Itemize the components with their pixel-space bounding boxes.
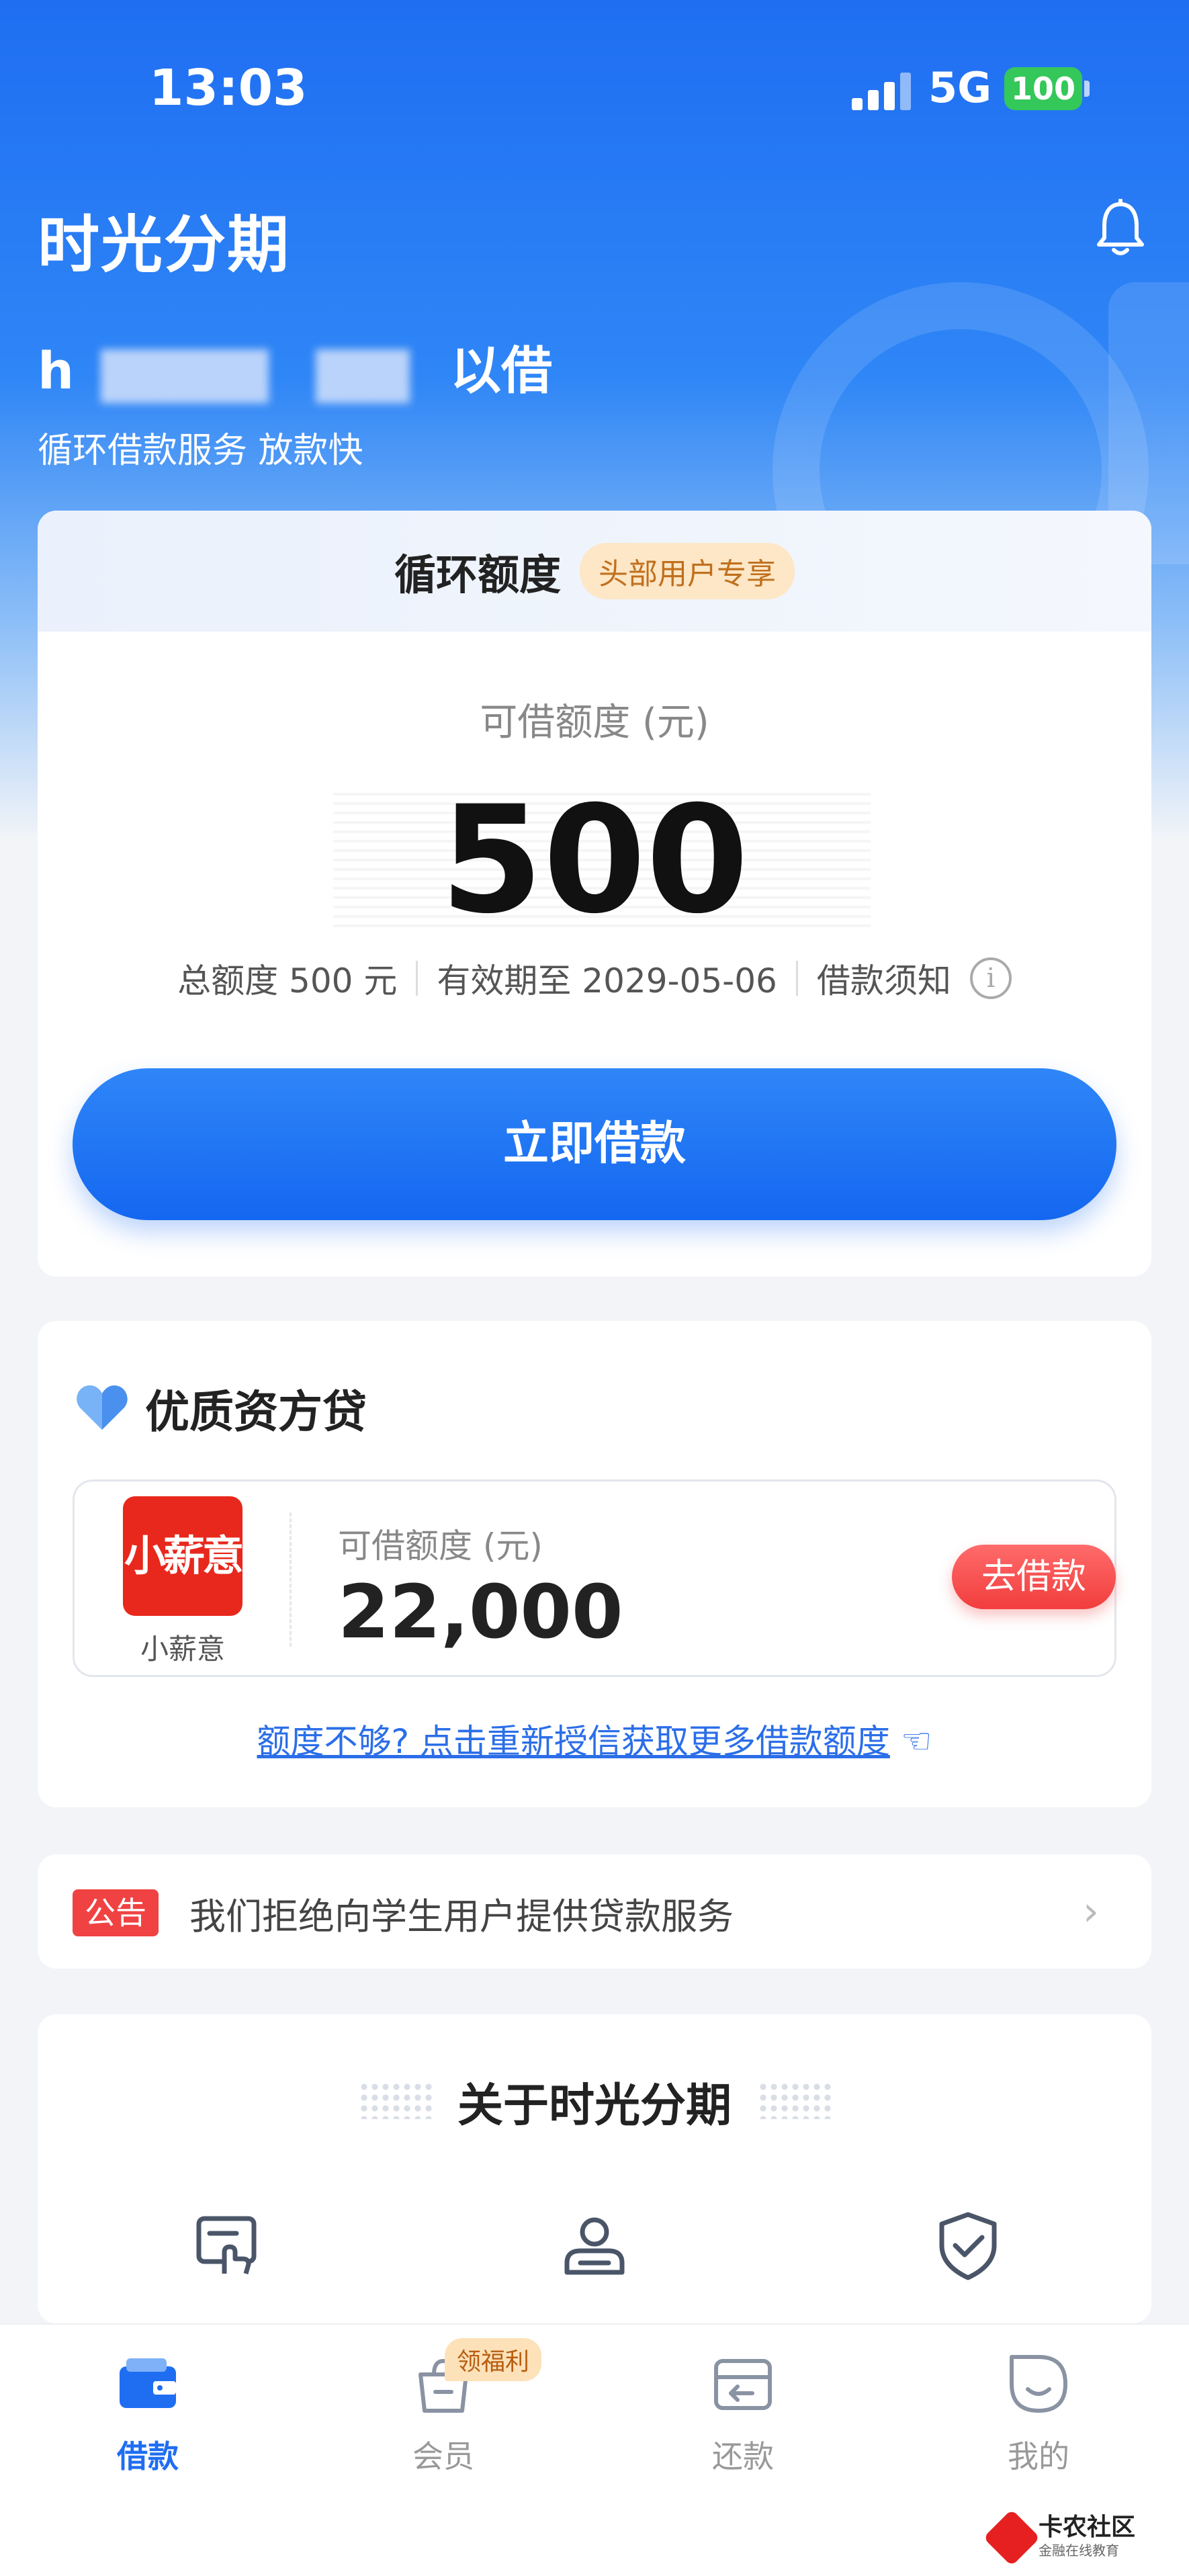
- go-borrow-button[interactable]: 去借款: [952, 1545, 1116, 1609]
- about-title: 关于时光分期: [457, 2079, 732, 2133]
- divider: [795, 961, 798, 996]
- card-icon: [714, 2359, 772, 2410]
- signal-icon: [852, 73, 912, 110]
- credit-card-header: 循环额度 头部用户专享: [38, 511, 1151, 632]
- divider: [416, 961, 419, 996]
- partner-title: 优质资方贷: [145, 1386, 367, 1438]
- wallet-icon: [120, 2358, 176, 2408]
- vip-badge: 头部用户专享: [580, 543, 795, 599]
- battery-tip: [1084, 81, 1090, 97]
- smile-icon: [1010, 2355, 1067, 2413]
- battery-icon: 100: [1004, 67, 1082, 110]
- network-type: 5G: [928, 63, 992, 112]
- tab-label: 我的: [1008, 2438, 1069, 2475]
- tab-repay[interactable]: 还款: [662, 2352, 824, 2477]
- heart-icon: [77, 1385, 128, 1430]
- hero-slogan-text: 以借: [450, 341, 553, 400]
- watermark-logo: [983, 2509, 1041, 2566]
- lender-available-label: 可借额度 (元): [338, 1527, 543, 1565]
- lender-logo: 小薪意: [123, 1496, 244, 1616]
- info-icon[interactable]: i: [969, 957, 1012, 999]
- watermark-title: 卡农社区: [1039, 2514, 1136, 2541]
- tab-mine[interactable]: 我的: [958, 2352, 1119, 2477]
- tab-label: 借款: [117, 2438, 179, 2475]
- notice-tag: 公告: [73, 1889, 159, 1936]
- chevron-right-icon: ›: [1083, 1888, 1099, 1935]
- tab-label: 会员: [412, 2438, 474, 2475]
- total-limit: 总额度 500 元: [177, 961, 398, 1000]
- notice-bar[interactable]: 公告 我们拒绝向学生用户提供贷款服务 ›: [38, 1854, 1151, 1969]
- bell-icon[interactable]: [1094, 199, 1147, 259]
- about-card: 关于时光分期: [38, 2014, 1151, 2323]
- tab-borrow[interactable]: 借款: [67, 2352, 228, 2477]
- credit-meta-row: 总额度 500 元 有效期至 2029-05-06 借款须知 i: [38, 954, 1151, 1002]
- status-bar: 13:03 5G 100: [0, 0, 1189, 175]
- lender-available-amount: 22,000: [338, 1569, 623, 1655]
- credit-card-title: 循环额度: [394, 550, 561, 599]
- lender-item[interactable]: 小薪意 小薪意 可借额度 (元) 22,000 去借款: [73, 1479, 1116, 1677]
- reauth-link-text[interactable]: 额度不够? 点击重新授信获取更多借款额度: [257, 1722, 889, 1761]
- redaction-blur: [316, 349, 410, 403]
- contract-icon[interactable]: [189, 2209, 263, 2283]
- welfare-badge: 领福利: [445, 2338, 542, 2381]
- reauth-link[interactable]: 额度不够? 点击重新授信获取更多借款额度 ☜: [38, 1715, 1151, 1763]
- borrow-now-button[interactable]: 立即借款: [73, 1068, 1116, 1220]
- shield-check-icon[interactable]: [931, 2209, 1005, 2283]
- partner-loan-card: 优质资方贷 小薪意 小薪意 可借额度 (元) 22,000 去借款 额度不够? …: [38, 1321, 1151, 1807]
- divider: [290, 1512, 292, 1647]
- valid-until: 有效期至 2029-05-06: [437, 961, 777, 1000]
- available-label: 可借额度 (元): [480, 701, 709, 744]
- hero-slogan-prefix: h: [38, 341, 75, 400]
- app-title: 时光分期: [38, 209, 291, 281]
- tab-label: 还款: [712, 2438, 774, 2475]
- pointing-hand-icon: ☜: [900, 1721, 932, 1762]
- user-icon[interactable]: [558, 2209, 631, 2283]
- dots-decoration: [758, 2081, 832, 2119]
- status-time: 13:03: [149, 59, 308, 117]
- available-amount: 500: [440, 774, 749, 946]
- watermark-subtitle: 金融在线教育: [1039, 2542, 1119, 2559]
- watermark: 卡农社区 金融在线教育: [983, 2509, 1136, 2566]
- credit-card: 循环额度 头部用户专享 可借额度 (元) 500 总额度 500 元 有效期至 …: [38, 511, 1151, 1277]
- lender-name: 小薪意: [140, 1633, 225, 1666]
- notice-text: 我们拒绝向学生用户提供贷款服务: [189, 1895, 734, 1938]
- hero-subslogan: 循环借款服务 放款快: [38, 431, 363, 471]
- loan-notice-link[interactable]: 借款须知: [817, 954, 951, 1002]
- redaction-blur: [101, 349, 269, 403]
